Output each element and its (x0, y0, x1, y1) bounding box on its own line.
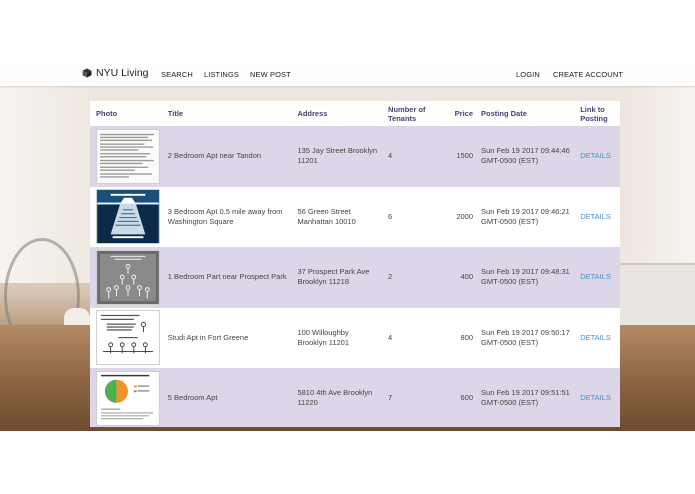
title-cell: 1 Bedroom Part near Prospect Park (167, 247, 298, 308)
address-cell: 135 Jay Street Brooklyn 11201 (297, 126, 389, 187)
price-cell: 1500 (443, 126, 482, 187)
table-row: Studi Apt in Fort Greene 100 Willoughby B… (90, 307, 620, 368)
header-address: Address (297, 109, 328, 118)
link-cell: DETAILS (580, 368, 620, 427)
title-cell: Studi Apt in Fort Greene (167, 307, 298, 368)
table-row: 1 Bedroom Part near Prospect Park 37 Pro… (90, 247, 620, 308)
title-cell: 2 Bedroom Apt near Tandon (167, 126, 298, 187)
address-cell: 5810 4th Ave Brooklyn 11220 (297, 368, 389, 427)
photo-cell (90, 307, 168, 368)
nav-create-account[interactable]: CREATE ACCOUNT (553, 70, 623, 79)
address-cell: 100 Willoughby Brooklyn 11201 (297, 307, 389, 368)
date-cell: Sun Feb 19 2017 09:44:46 GMT-0500 (EST) (481, 126, 581, 187)
link-cell: DETAILS (580, 126, 620, 187)
header-photo: Photo (96, 109, 118, 118)
tenants-cell: 4 (388, 307, 444, 368)
listing-photo-text-document[interactable] (96, 128, 160, 184)
details-link[interactable]: DETAILS (580, 333, 611, 342)
details-link[interactable]: DETAILS (580, 272, 611, 281)
date-cell: Sun Feb 19 2017 09:46:21 GMT-0500 (EST) (481, 186, 581, 247)
photo-cell (90, 126, 168, 187)
tenants-cell: 2 (388, 247, 444, 308)
listings-panel: Photo Title Address Number of Tenants Pri… (90, 101, 620, 427)
tenants-cell: 7 (388, 368, 444, 427)
details-link[interactable]: DETAILS (580, 151, 611, 160)
header-tenants: Number of Tenants (388, 104, 426, 123)
tenants-cell: 6 (388, 186, 444, 247)
photo-cell (90, 368, 168, 427)
nav-new-post[interactable]: NEW POST (250, 70, 291, 79)
nav-listings[interactable]: LISTINGS (204, 70, 239, 79)
listings-table: Photo Title Address Number of Tenants Pri… (90, 101, 620, 427)
listing-photo-pie-chart[interactable] (96, 370, 160, 426)
listing-photo-stick-figures[interactable] (96, 249, 160, 305)
tenants-cell: 4 (388, 126, 444, 187)
brand[interactable]: NYU Living (82, 67, 149, 79)
price-cell: 800 (443, 307, 482, 368)
price-cell: 2000 (443, 186, 482, 247)
date-cell: Sun Feb 19 2017 09:51:51 GMT-0500 (EST) (481, 368, 581, 427)
details-link[interactable]: DETAILS (580, 212, 611, 221)
nav-login[interactable]: LOGIN (516, 70, 540, 79)
header-date: Posting Date (481, 109, 527, 118)
header-link: Link to Posting (580, 104, 608, 123)
title-cell: 3 Bedroom Apt 0.5 mile away from Washingt… (167, 186, 298, 247)
link-cell: DETAILS (580, 307, 620, 368)
nav-search[interactable]: SEARCH (161, 70, 193, 79)
header-title: Title (167, 109, 184, 118)
address-cell: 37 Prospect Park Ave Brooklyn 11218 (297, 247, 389, 308)
address-cell: 56 Green Street Manhattan 10010 (297, 186, 389, 247)
link-cell: DETAILS (580, 247, 620, 308)
date-cell: Sun Feb 19 2017 09:48:31 GMT-0500 (EST) (481, 247, 581, 308)
details-link[interactable]: DETAILS (580, 393, 611, 402)
brand-name: NYU Living (96, 67, 149, 79)
cube-icon (82, 68, 92, 78)
header-price: Price (454, 109, 474, 118)
link-cell: DETAILS (580, 186, 620, 247)
photo-cell (90, 247, 168, 308)
table-row: 5 Bedroom Apt 5810 4th Ave Brooklyn 11220… (90, 368, 620, 427)
top-navbar: NYU Living SEARCH LISTINGS NEW POST LOGI… (0, 63, 695, 86)
title-cell: 5 Bedroom Apt (167, 368, 298, 427)
table-row: 2 Bedroom Apt near Tandon 135 Jay Street… (90, 126, 620, 187)
listing-photo-iceberg[interactable] (96, 189, 160, 245)
photo-cell (90, 186, 168, 247)
date-cell: Sun Feb 19 2017 09:50:17 GMT-0500 (EST) (481, 307, 581, 368)
table-row: 3 Bedroom Apt 0.5 mile away from Washingt… (90, 186, 620, 247)
price-cell: 400 (443, 247, 482, 308)
price-cell: 600 (443, 368, 482, 427)
table-header-row: Photo Title Address Number of Tenants Pri… (90, 101, 620, 126)
listing-photo-comic[interactable] (96, 310, 160, 366)
